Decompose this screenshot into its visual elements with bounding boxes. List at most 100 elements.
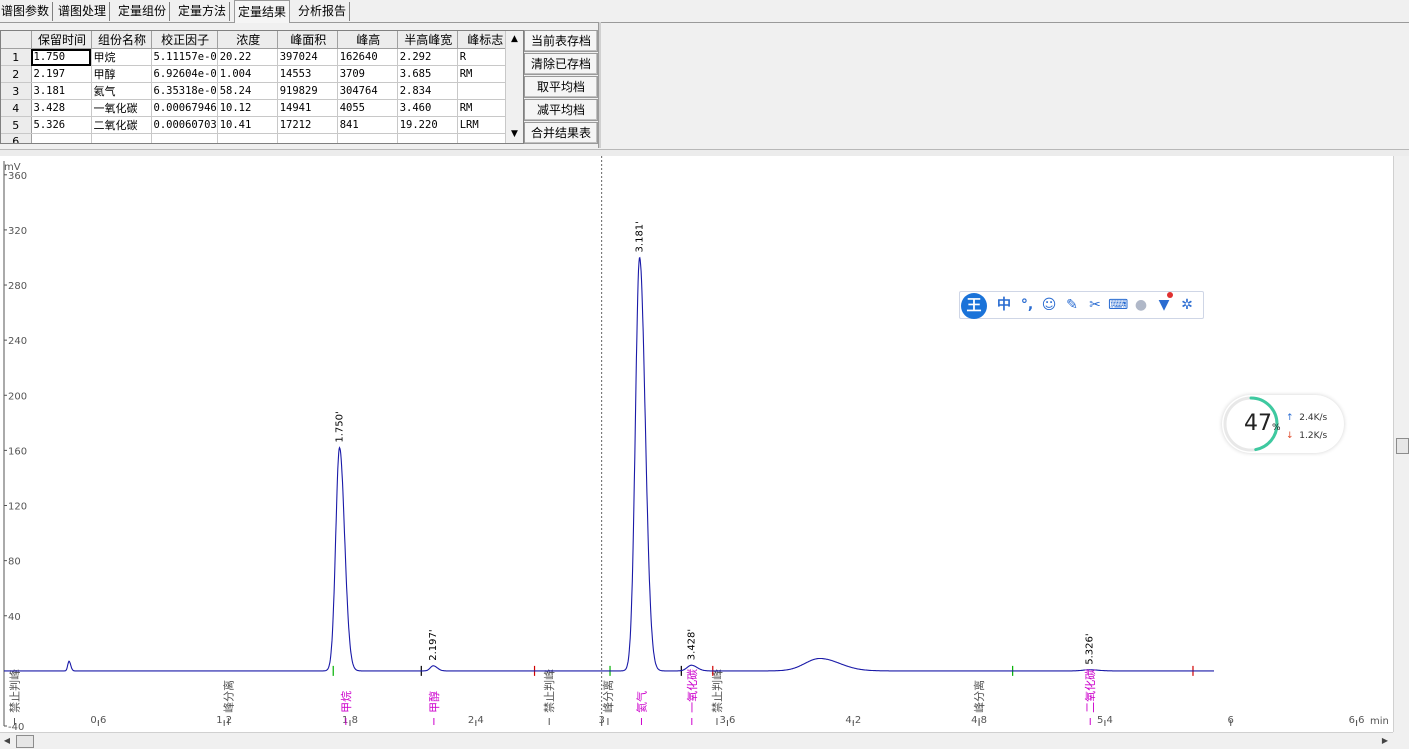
table-cell[interactable]: 397024 xyxy=(277,48,338,66)
emoji-icon[interactable]: ☺ xyxy=(1039,295,1059,315)
table-cell[interactable]: 20.22 xyxy=(217,48,278,66)
table-cell[interactable]: 1.004 xyxy=(217,65,278,83)
table-cell[interactable]: 2.834 xyxy=(397,82,458,100)
tab-quant-results[interactable]: 定量结果 xyxy=(234,0,291,23)
table-cell[interactable]: 10.41 xyxy=(217,116,278,134)
col-peak-flag[interactable]: 峰标志 xyxy=(457,31,512,49)
col-half-height-width[interactable]: 半高峰宽 xyxy=(397,31,458,49)
chromatogram-plot[interactable]: mV min -40 40 80 120 160 200 240 280 320 360 0.6 1… xyxy=(0,156,1393,733)
user-icon[interactable]: ● xyxy=(1131,295,1151,315)
table-cell[interactable]: 6.35318e-0 xyxy=(151,82,218,100)
ime-mode-toggle[interactable]: 中 xyxy=(994,295,1014,315)
table-row[interactable]: 4 3.428 一氧化碳 0.00067946 10.12 14941 4055… xyxy=(1,99,512,117)
table-cell[interactable]: 162640 xyxy=(337,48,398,66)
scroll-up-arrow-icon[interactable]: ▲ xyxy=(506,31,523,48)
save-current-table-button[interactable]: 当前表存档 xyxy=(524,30,598,52)
col-correction-factor[interactable]: 校正因子 xyxy=(151,31,218,49)
table-cell[interactable]: 3.428 xyxy=(31,99,92,117)
table-cell[interactable]: 0.00067946 xyxy=(151,99,218,117)
table-cell[interactable]: 甲醇 xyxy=(91,65,152,83)
table-cell[interactable]: 14941 xyxy=(277,99,338,117)
table-cell[interactable]: 3.181 xyxy=(31,82,92,100)
event-label: 禁止判峰 xyxy=(543,669,556,713)
pen-icon[interactable]: ✎ xyxy=(1062,295,1082,315)
plot-vertical-scrollbar[interactable] xyxy=(1393,156,1409,732)
table-cell[interactable] xyxy=(457,82,512,100)
tab-quant-method[interactable]: 定量方法 xyxy=(175,2,231,21)
x-tick-label: 3.6 xyxy=(720,715,736,726)
peak-label: 3.428' xyxy=(686,629,697,660)
table-cell[interactable]: RM xyxy=(457,65,512,83)
table-cell[interactable]: 二氧化碳 xyxy=(91,116,152,134)
table-cell[interactable] xyxy=(91,133,152,143)
merge-results-button[interactable]: 合并结果表 xyxy=(524,122,598,144)
tab-quant-components[interactable]: 定量组份 xyxy=(115,2,171,21)
table-cell[interactable]: 0.00060703 xyxy=(151,116,218,134)
scroll-left-arrow-icon[interactable]: ◀ xyxy=(0,733,14,749)
col-peak-area[interactable]: 峰面积 xyxy=(277,31,338,49)
table-cell[interactable]: 10.12 xyxy=(217,99,278,117)
table-cell[interactable]: 1.750 xyxy=(31,48,92,66)
horizontal-scroll-thumb[interactable] xyxy=(16,735,34,748)
scroll-down-arrow-icon[interactable]: ▼ xyxy=(506,126,523,143)
table-cell[interactable] xyxy=(457,133,512,143)
skin-icon[interactable]: ▼ xyxy=(1154,295,1174,315)
table-cell[interactable]: 一氧化碳 xyxy=(91,99,152,117)
ime-logo-icon[interactable]: 王 xyxy=(961,293,987,319)
subtract-average-button[interactable]: 减平均档 xyxy=(524,99,598,121)
peak-label: 3.181' xyxy=(635,221,646,252)
table-cell[interactable]: 甲烷 xyxy=(91,48,152,66)
table-row[interactable]: 3 3.181 氦气 6.35318e-0 58.24 919829 30476… xyxy=(1,82,512,100)
col-component-name[interactable]: 组份名称 xyxy=(91,31,152,49)
table-row[interactable]: 1 1.750 甲烷 5.11157e-0 20.22 397024 16264… xyxy=(1,48,512,66)
tab-analysis-report[interactable]: 分析报告 xyxy=(295,2,351,21)
tab-spectrum-params[interactable]: 谱图参数 xyxy=(0,2,54,21)
table-row[interactable]: 5 5.326 二氧化碳 0.00060703 10.41 17212 841 … xyxy=(1,116,512,134)
col-retention-time[interactable]: 保留时间 xyxy=(31,31,92,49)
table-cell[interactable]: 2.197 xyxy=(31,65,92,83)
col-peak-height[interactable]: 峰高 xyxy=(337,31,398,49)
table-cell[interactable]: 6.92604e-0 xyxy=(151,65,218,83)
tab-spectrum-processing[interactable]: 谱图处理 xyxy=(55,2,111,21)
table-cell[interactable] xyxy=(337,133,398,143)
table-cell[interactable] xyxy=(31,133,92,143)
vertical-scroll-thumb[interactable] xyxy=(1396,438,1409,454)
table-cell[interactable]: 919829 xyxy=(277,82,338,100)
table-cell[interactable]: R xyxy=(457,48,512,66)
scissors-icon[interactable]: ✂ xyxy=(1085,295,1105,315)
table-cell[interactable]: 5.326 xyxy=(31,116,92,134)
clear-saved-button[interactable]: 清除已存档 xyxy=(524,53,598,75)
results-grid[interactable]: 保留时间 组份名称 校正因子 浓度 峰面积 峰高 半高峰宽 峰标志 1 1.75… xyxy=(0,30,524,144)
table-cell[interactable]: 5.11157e-0 xyxy=(151,48,218,66)
punctuation-icon[interactable]: °, xyxy=(1017,295,1037,315)
table-cell[interactable]: 14553 xyxy=(277,65,338,83)
table-cell[interactable]: 3709 xyxy=(337,65,398,83)
table-cell[interactable]: LRM xyxy=(457,116,512,134)
table-cell[interactable]: 17212 xyxy=(277,116,338,134)
table-cell[interactable]: RM xyxy=(457,99,512,117)
scroll-right-arrow-icon[interactable]: ▶ xyxy=(1378,733,1392,749)
table-cell[interactable]: 19.220 xyxy=(397,116,458,134)
table-cell[interactable]: 2.292 xyxy=(397,48,458,66)
plot-horizontal-scrollbar[interactable]: ◀ ▶ xyxy=(0,732,1393,749)
settings-icon[interactable]: ✲ xyxy=(1177,295,1197,315)
take-average-button[interactable]: 取平均档 xyxy=(524,76,598,98)
table-cell[interactable]: 氦气 xyxy=(91,82,152,100)
table-row[interactable]: 2 2.197 甲醇 6.92604e-0 1.004 14553 3709 3… xyxy=(1,65,512,83)
table-cell[interactable] xyxy=(397,133,458,143)
table-cell[interactable]: 304764 xyxy=(337,82,398,100)
table-cell[interactable]: 58.24 xyxy=(217,82,278,100)
table-row[interactable]: 6 xyxy=(1,133,512,143)
table-cell[interactable] xyxy=(277,133,338,143)
table-cell[interactable]: 3.460 xyxy=(397,99,458,117)
network-speed-widget[interactable]: 47% ↑ 2.4K/s ↓ 1.2K/s xyxy=(1222,395,1344,453)
peak-label: 5.326' xyxy=(1084,633,1095,664)
keyboard-icon[interactable]: ⌨ xyxy=(1108,295,1128,315)
table-cell[interactable]: 841 xyxy=(337,116,398,134)
col-concentration[interactable]: 浓度 xyxy=(217,31,278,49)
table-cell[interactable] xyxy=(151,133,218,143)
table-cell[interactable] xyxy=(217,133,278,143)
table-cell[interactable]: 4055 xyxy=(337,99,398,117)
grid-vertical-scrollbar[interactable]: ▲ ▼ xyxy=(505,31,523,143)
table-cell[interactable]: 3.685 xyxy=(397,65,458,83)
